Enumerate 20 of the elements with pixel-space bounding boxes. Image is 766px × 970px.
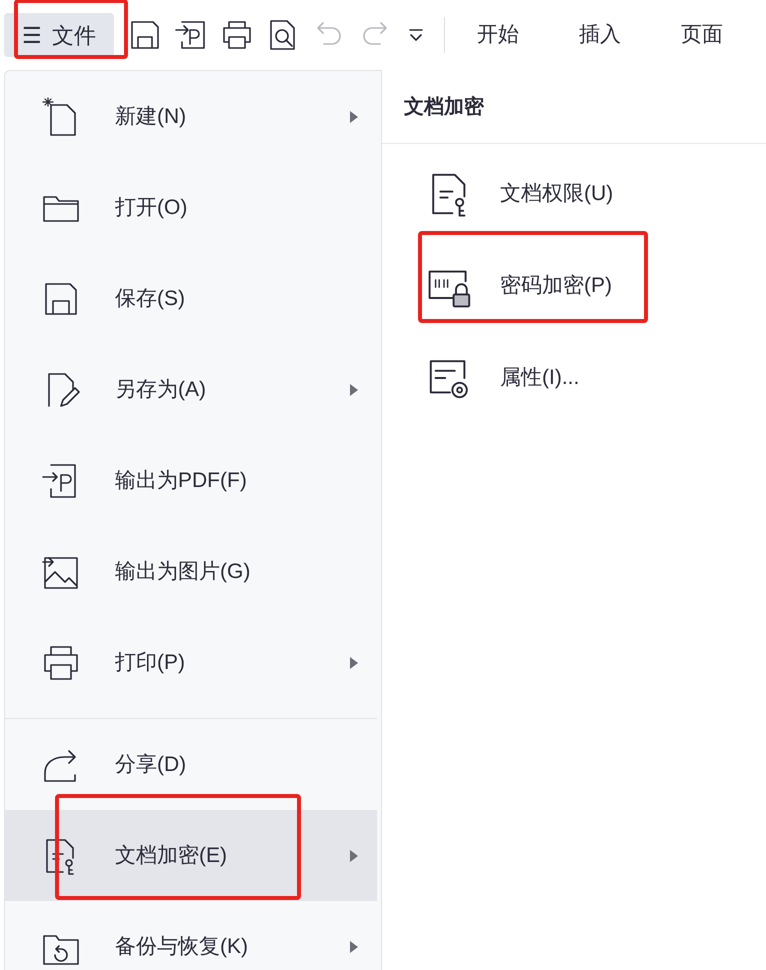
menu-item[interactable]: 打开(O) — [5, 162, 377, 253]
submenu-item[interactable]: 文档权限(U) — [382, 148, 766, 240]
submenu-item[interactable]: 属性(I)... — [382, 332, 766, 424]
menu-item[interactable]: 文档加密(E) — [5, 810, 377, 901]
save-icon[interactable] — [128, 18, 162, 52]
menu-item[interactable]: 新建(N) — [5, 71, 377, 162]
ribbon-tab[interactable]: 插入 — [579, 19, 621, 51]
file-menu-button[interactable]: ☰ 文件 — [4, 13, 114, 57]
menu-item[interactable]: 保存(S) — [5, 253, 377, 344]
menu-item[interactable]: 打印(P) — [5, 617, 377, 708]
submenu-item[interactable]: 密码加密(P) — [382, 240, 766, 332]
menu-item[interactable]: 另存为(A) — [5, 344, 377, 435]
ribbon-tab[interactable]: 页面 — [681, 19, 723, 51]
ribbon-tab[interactable]: 开始 — [477, 19, 519, 51]
menu-item[interactable]: 输出为PDF(F) — [5, 435, 377, 526]
submenu-title: 文档加密 — [404, 94, 484, 120]
printer-icon[interactable] — [220, 18, 254, 52]
export-pdf-icon[interactable] — [174, 18, 208, 52]
menu-item[interactable]: 备份与恢复(K) — [5, 901, 377, 970]
menu-item[interactable]: 输出为图片(G) — [5, 526, 377, 617]
